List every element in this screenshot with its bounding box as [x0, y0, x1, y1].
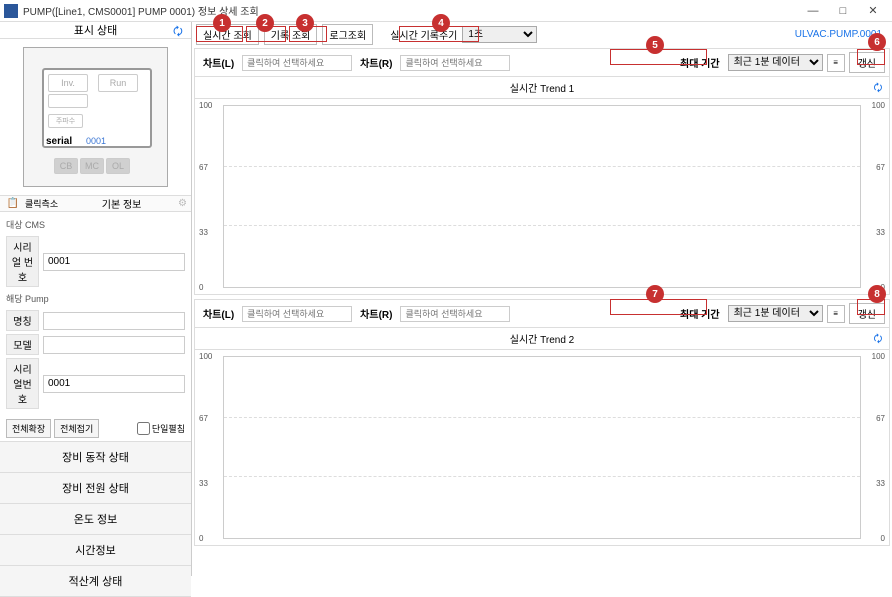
minimize-button[interactable]: —: [798, 0, 828, 22]
callout-6: 6: [868, 33, 886, 51]
nav-equipment-operation[interactable]: 장비 동작 상태: [0, 442, 191, 473]
chart1-l-input[interactable]: [242, 55, 352, 71]
serial-label: serial: [46, 136, 72, 147]
freq-indicator: 주파수: [48, 114, 83, 128]
chart1-refresh-button[interactable]: 갱신: [849, 52, 885, 73]
cb-indicator: CB: [54, 158, 78, 174]
callout-8: 8: [868, 285, 886, 303]
refresh-icon[interactable]: 🗘: [173, 23, 187, 37]
cms-section-label: 대상 CMS: [6, 216, 185, 233]
model-label: 모델: [6, 334, 39, 355]
trend2-chart: 100 67 33 0 100 67 33 0: [195, 350, 889, 545]
click-axis-icon: 📋: [6, 197, 20, 211]
tab-log[interactable]: 로그조회: [322, 24, 373, 45]
trend2-title: 실시간 Trend 2: [510, 331, 574, 346]
callout-1: 1: [213, 14, 231, 32]
interval-select[interactable]: 1초: [462, 26, 537, 43]
trend2-refresh-icon[interactable]: 🗘: [871, 332, 885, 346]
chart1-period-select[interactable]: 최근 1분 데이터: [728, 54, 823, 71]
maximize-button[interactable]: □: [828, 0, 858, 22]
chart2-r-input[interactable]: [400, 306, 510, 322]
chart2-refresh-button[interactable]: 갱신: [849, 303, 885, 324]
nav-time[interactable]: 시간정보: [0, 535, 191, 566]
serial2-label: 시리얼번호: [6, 358, 39, 409]
chart2-l-input[interactable]: [242, 306, 352, 322]
pump-diagram: Inv. Run 주파수 serial 0001 CB MC OL: [23, 47, 168, 187]
callout-2: 2: [256, 14, 274, 32]
window-title: PUMP([Line1, CMS0001] PUMP 0001) 정보 상세 조…: [23, 3, 798, 18]
nav-temperature[interactable]: 온도 정보: [0, 504, 191, 535]
mc-indicator: MC: [80, 158, 104, 174]
trend1-refresh-icon[interactable]: 🗘: [871, 81, 885, 95]
app-icon: [4, 4, 18, 18]
model-input[interactable]: [43, 336, 185, 354]
serial2-input[interactable]: [43, 375, 185, 393]
trend1-title: 실시간 Trend 1: [510, 80, 574, 95]
trend1-chart: 100 67 33 0 100 67 33 0: [195, 99, 889, 294]
ol-indicator: OL: [106, 158, 130, 174]
name-label: 명칭: [6, 310, 39, 331]
basic-info-label: 기본 정보: [58, 196, 185, 211]
expand-all-button[interactable]: 전체확장: [6, 419, 51, 438]
click-axis-label: 클릭측소: [25, 197, 58, 210]
callout-4: 4: [432, 14, 450, 32]
chart2-period-select[interactable]: 최근 1분 데이터: [728, 305, 823, 322]
chart2-settings-icon[interactable]: ≡: [827, 305, 845, 323]
sidebar-header: 표시 상태: [74, 22, 118, 38]
chart2-period-label: 최대 기간: [676, 304, 724, 323]
collapse-all-button[interactable]: 전체접기: [54, 419, 99, 438]
gear-icon[interactable]: ⚙: [178, 198, 187, 209]
chart1-l-label: 차트(L): [199, 53, 238, 72]
chart1-settings-icon[interactable]: ≡: [827, 54, 845, 72]
run-indicator: Run: [98, 74, 138, 92]
chart2-l-label: 차트(L): [199, 304, 238, 323]
serial-number-label: 시리얼 번호: [6, 236, 39, 287]
nav-counter[interactable]: 적산계 상태: [0, 566, 191, 597]
callout-7: 7: [646, 285, 664, 303]
inv-indicator: Inv.: [48, 74, 88, 92]
pump-section-label: 해당 Pump: [6, 290, 185, 307]
callout-3: 3: [296, 14, 314, 32]
chart1-period-label: 최대 기간: [676, 53, 724, 72]
chart1-r-label: 차트(R): [356, 53, 396, 72]
close-button[interactable]: ✕: [858, 0, 888, 22]
nav-equipment-power[interactable]: 장비 전원 상태: [0, 473, 191, 504]
chart2-r-label: 차트(R): [356, 304, 396, 323]
single-open-checkbox[interactable]: 단일펼침: [137, 422, 185, 435]
serial-number-input[interactable]: [43, 253, 185, 271]
name-input[interactable]: [43, 312, 185, 330]
callout-5: 5: [646, 36, 664, 54]
serial-value: 0001: [86, 136, 106, 146]
chart1-r-input[interactable]: [400, 55, 510, 71]
